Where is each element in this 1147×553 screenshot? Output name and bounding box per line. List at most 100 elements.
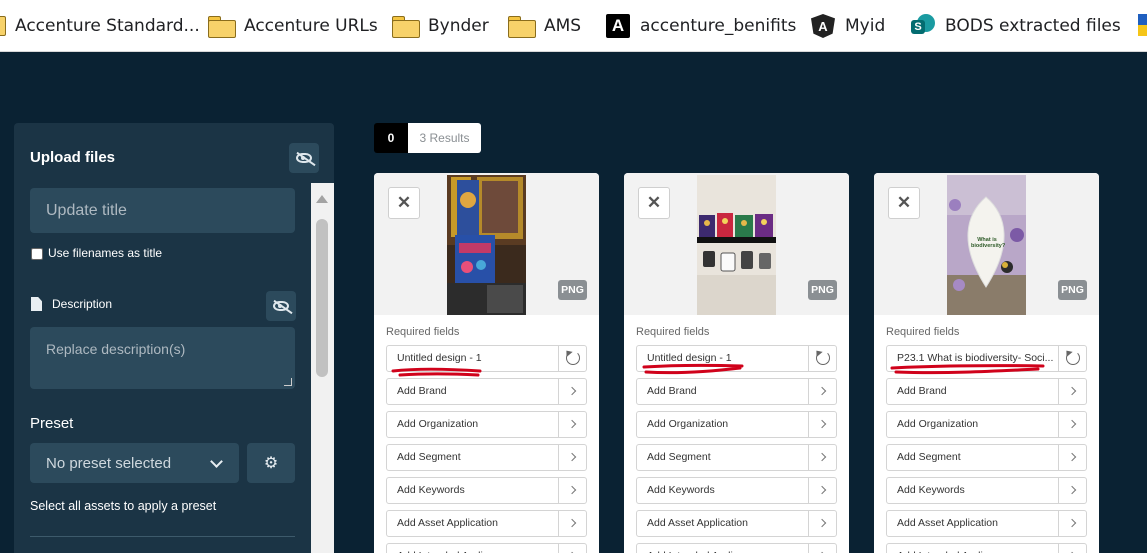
add-asset-application-field[interactable]: Add Asset Application	[886, 510, 1087, 537]
add-intended-audience-field[interactable]: Add Intended Audience	[386, 543, 587, 553]
required-fields-label: Required fields	[636, 326, 710, 338]
resize-handle-icon[interactable]	[284, 378, 292, 386]
field-label: Add Brand	[897, 385, 947, 397]
bookmark-ams[interactable]: AMS	[508, 0, 582, 51]
results-counter: 0 3 Results	[374, 123, 481, 153]
bookmarks-bar: Accenture Standard... Accenture URLs Byn…	[0, 0, 1147, 52]
preset-select[interactable]: No preset selected	[30, 443, 239, 483]
description-textarea[interactable]: Replace description(s)	[30, 327, 295, 389]
field-label: Add Brand	[397, 385, 447, 397]
description-visibility-button[interactable]	[266, 291, 296, 321]
reset-icon[interactable]	[566, 351, 580, 365]
bookmark-label: AMS	[544, 16, 582, 36]
field-label: Add Brand	[647, 385, 697, 397]
field-label: Add Segment	[647, 451, 711, 463]
asset-image	[447, 175, 526, 315]
chevron-right-icon	[817, 419, 827, 429]
title-input[interactable]: Update title	[30, 188, 295, 233]
asset-card: ✕ PNG Required fields Untitled design - …	[374, 173, 599, 553]
chevron-right-icon	[817, 386, 827, 396]
add-brand-field[interactable]: Add Brand	[636, 378, 837, 405]
bookmark-label: BODS extracted files	[945, 16, 1121, 36]
close-icon[interactable]: ✕	[638, 187, 670, 219]
preset-settings-button[interactable]: ⚙	[247, 443, 295, 483]
add-organization-field[interactable]: Add Organization	[886, 411, 1087, 438]
bookmark-accenture-urls[interactable]: Accenture URLs	[208, 0, 378, 51]
field-label: Add Intended Audience	[397, 544, 557, 553]
title-field[interactable]: Untitled design - 1	[386, 345, 587, 372]
scrollbar-thumb[interactable]	[316, 219, 328, 377]
bookmark-accenture-standard[interactable]: Accenture Standard...	[15, 0, 200, 51]
divider	[30, 536, 295, 537]
add-asset-application-field[interactable]: Add Asset Application	[386, 510, 587, 537]
add-segment-field[interactable]: Add Segment	[636, 444, 837, 471]
add-segment-field[interactable]: Add Segment	[386, 444, 587, 471]
field-label: Add Segment	[897, 451, 961, 463]
bookmark-label: Myid	[845, 16, 886, 36]
field-label: Add Keywords	[897, 484, 965, 496]
chevron-right-icon	[817, 518, 827, 528]
folder-icon	[208, 16, 236, 38]
chevron-right-icon	[817, 485, 827, 495]
add-keywords-field[interactable]: Add Keywords	[636, 477, 837, 504]
title-field[interactable]: Untitled design - 1	[636, 345, 837, 372]
chevron-right-icon	[567, 485, 577, 495]
field-label: Add Organization	[397, 418, 479, 430]
add-intended-audience-field[interactable]: Add Intended Audience	[886, 543, 1087, 553]
chevron-right-icon	[1067, 452, 1077, 462]
close-icon[interactable]: ✕	[388, 187, 420, 219]
title-field[interactable]: P23.1 What is biodiversity- Soci...	[886, 345, 1087, 372]
add-organization-field[interactable]: Add Organization	[386, 411, 587, 438]
asset-thumbnail: ✕ PNG	[374, 173, 599, 315]
required-fields-label: Required fields	[386, 326, 460, 338]
use-filenames-checkbox[interactable]	[31, 248, 43, 260]
reset-icon[interactable]	[816, 351, 830, 365]
add-intended-audience-field[interactable]: Add Intended Audience	[636, 543, 837, 553]
asset-card: ✕ What is biodiversity? PNG Required fie…	[874, 173, 1099, 553]
add-brand-field[interactable]: Add Brand	[386, 378, 587, 405]
reset-icon[interactable]	[1066, 351, 1080, 365]
add-brand-field[interactable]: Add Brand	[886, 378, 1087, 405]
add-keywords-field[interactable]: Add Keywords	[386, 477, 587, 504]
add-keywords-field[interactable]: Add Keywords	[886, 477, 1087, 504]
toggle-visibility-button[interactable]	[289, 143, 319, 173]
chevron-down-icon	[210, 455, 223, 468]
field-label: Add Organization	[897, 418, 979, 430]
chevron-right-icon	[1067, 485, 1077, 495]
results-label: 3 Results	[408, 123, 481, 153]
add-segment-field[interactable]: Add Segment	[886, 444, 1087, 471]
asset-card: ✕ PNG Required fields Untitled design - …	[624, 173, 849, 553]
chevron-right-icon	[567, 419, 577, 429]
bookmark-label: Bynder	[428, 16, 489, 36]
bookmark-myid[interactable]: A Myid	[811, 0, 886, 51]
title-value: Untitled design - 1	[397, 352, 482, 364]
scroll-up-icon[interactable]	[316, 195, 328, 203]
chevron-right-icon	[1067, 419, 1077, 429]
asset-thumbnail: ✕ What is biodiversity? PNG	[874, 173, 1099, 315]
bookmark-label: Accenture URLs	[244, 16, 378, 36]
angular-icon: A	[811, 14, 835, 38]
document-icon	[31, 297, 42, 311]
add-asset-application-field[interactable]: Add Asset Application	[636, 510, 837, 537]
field-label: Add Segment	[397, 451, 461, 463]
field-label: Add Keywords	[397, 484, 465, 496]
field-label: Add Intended Audience	[647, 544, 807, 553]
field-label: Add Asset Application	[897, 517, 998, 529]
asset-image	[697, 175, 776, 315]
panel-scrollbar[interactable]	[311, 183, 334, 553]
selected-count[interactable]: 0	[374, 123, 408, 153]
add-organization-field[interactable]: Add Organization	[636, 411, 837, 438]
chevron-right-icon	[1067, 518, 1077, 528]
field-label: Add Keywords	[647, 484, 715, 496]
preset-hint: Select all assets to apply a preset	[30, 499, 217, 513]
format-badge: PNG	[808, 280, 837, 300]
bookmark-overflow-icon[interactable]	[1138, 14, 1147, 36]
close-icon[interactable]: ✕	[888, 187, 920, 219]
bookmark-bods-extracted-files[interactable]: S BODS extracted files	[911, 0, 1121, 51]
bookmark-bynder[interactable]: Bynder	[392, 0, 489, 51]
chevron-right-icon	[817, 452, 827, 462]
eye-slash-icon	[273, 301, 289, 311]
bookmark-accenture-benifits[interactable]: A accenture_benifits	[606, 0, 796, 51]
description-placeholder: Replace description(s)	[46, 341, 186, 357]
format-badge: PNG	[1058, 280, 1087, 300]
